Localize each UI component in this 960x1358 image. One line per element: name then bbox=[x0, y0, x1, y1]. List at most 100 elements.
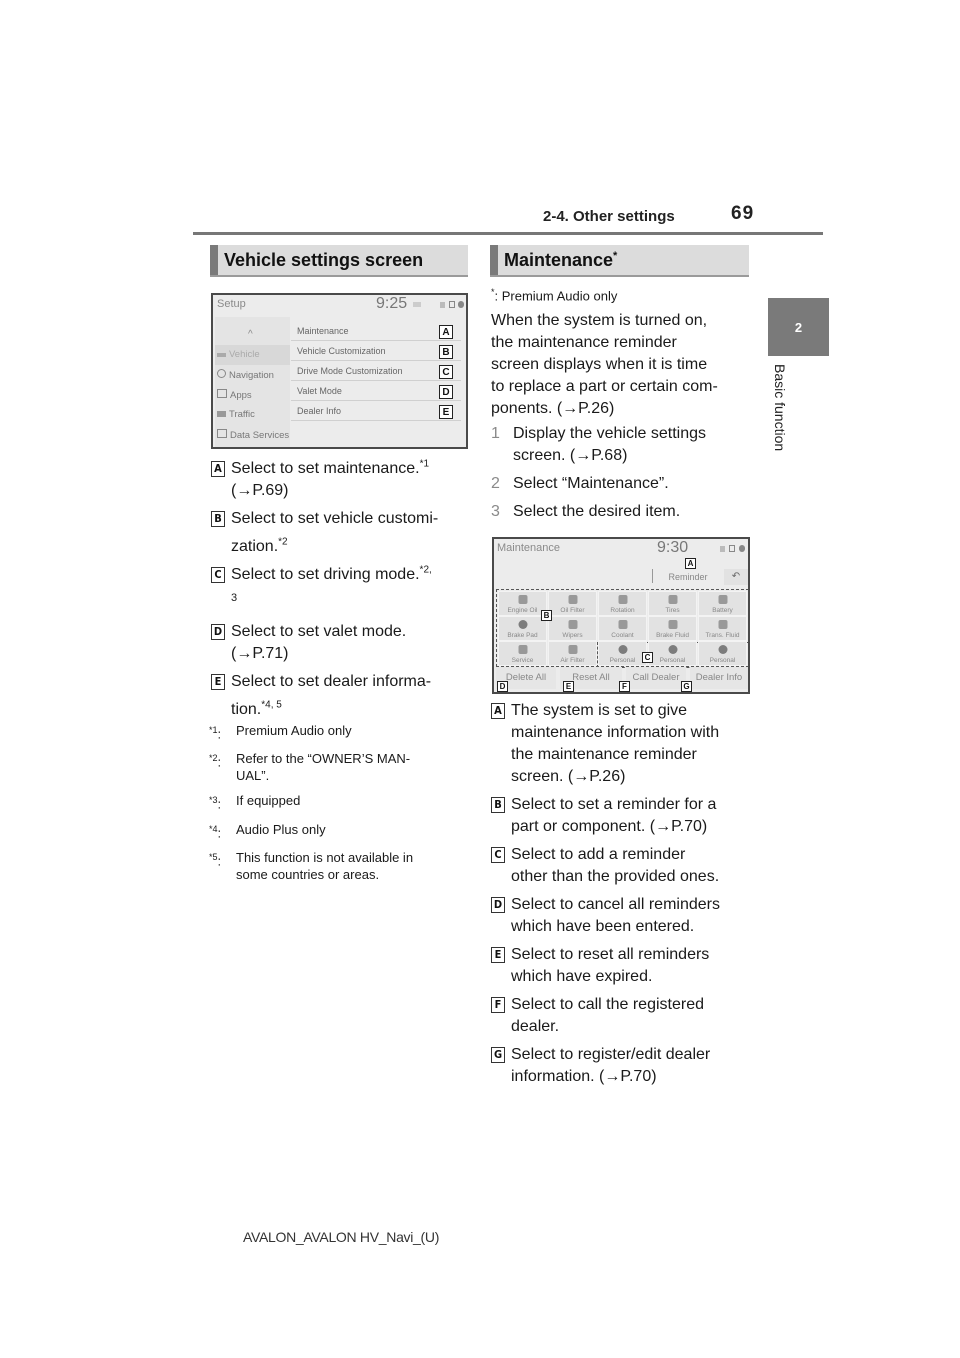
legend-badge: C bbox=[211, 567, 225, 583]
legend-badge: A bbox=[491, 703, 505, 719]
legend-badge: E bbox=[491, 947, 505, 963]
call-dealer-button[interactable]: Call Dealer bbox=[626, 667, 686, 689]
tile-oil-filter[interactable]: Oil Filter bbox=[548, 591, 597, 616]
legend-item-e: E Select to reset all reminders which have… bbox=[491, 944, 753, 988]
legend-item-g: G Select to register/edit dealer informati… bbox=[491, 1044, 753, 1088]
personal-icon bbox=[618, 645, 627, 654]
tile-battery[interactable]: Battery bbox=[698, 591, 747, 616]
tile-personal[interactable]: Personal bbox=[698, 641, 747, 666]
maintenance-legend: A The system is set to give maintenance in… bbox=[491, 700, 753, 1088]
maintenance-steps: 1 Display the vehicle settings screen. (→P… bbox=[491, 423, 753, 523]
footnote-2: *2: Refer to the “OWNER’S MAN- UAL”. bbox=[209, 751, 411, 784]
bluetooth-icon bbox=[458, 301, 464, 308]
status-icon bbox=[413, 302, 421, 307]
tile-label: Trans. Fluid bbox=[705, 632, 740, 639]
callout-a: A bbox=[685, 558, 696, 569]
callout-f: F bbox=[619, 681, 630, 692]
step-3: 3 Select the desired item. bbox=[491, 503, 681, 520]
sidebar-item-traffic[interactable]: Traffic bbox=[217, 409, 255, 420]
dealer-info-button[interactable]: Dealer Info bbox=[690, 667, 748, 689]
tile-trans-fluid[interactable]: Trans. Fluid bbox=[698, 616, 747, 641]
tile-label: Coolant bbox=[611, 632, 634, 639]
chapter-tab: 2 bbox=[768, 298, 829, 356]
tile-service[interactable]: Service bbox=[498, 641, 547, 666]
screen-title: Maintenance bbox=[497, 542, 560, 554]
callout-c: C bbox=[439, 365, 453, 379]
tile-coolant[interactable]: Coolant bbox=[598, 616, 647, 641]
legend-badge: E bbox=[211, 674, 225, 690]
footnotes: *1: Premium Audio only *2: Refer to the “O… bbox=[209, 722, 474, 883]
oil-filter-icon bbox=[568, 595, 577, 604]
rotation-icon bbox=[618, 595, 627, 604]
reminder-button[interactable]: Reminder bbox=[654, 569, 722, 585]
menu-item-drive-mode-customization[interactable]: Drive Mode Customization bbox=[291, 361, 461, 381]
personal-icon bbox=[718, 645, 727, 654]
legend-item-d: D Select to set valet mode. (→P.71) bbox=[211, 621, 473, 665]
menu-item-maintenance[interactable]: Maintenance bbox=[291, 321, 461, 341]
document-id: AVALON_AVALON HV_Navi_(U) bbox=[243, 1229, 440, 1245]
screen-clock: 9:30 bbox=[657, 539, 689, 556]
coolant-icon bbox=[618, 620, 627, 629]
callout-c: C bbox=[642, 652, 653, 663]
personal-icon bbox=[668, 645, 677, 654]
tile-label: Oil Filter bbox=[560, 607, 585, 614]
callout-b: B bbox=[541, 610, 552, 621]
legend-badge: B bbox=[491, 797, 505, 813]
callout-e: E bbox=[563, 681, 574, 692]
service-icon bbox=[518, 645, 527, 654]
sidebar-item-navigation[interactable]: Navigation bbox=[217, 369, 274, 381]
section-header-accent bbox=[490, 245, 498, 275]
tile-tires[interactable]: Tires bbox=[648, 591, 697, 616]
tile-rotation[interactable]: Rotation bbox=[598, 591, 647, 616]
menu-item-dealer-info[interactable]: Dealer Info bbox=[291, 401, 461, 421]
section-header-title: 2-4. Other settings bbox=[543, 208, 675, 225]
tile-brake-fluid[interactable]: Brake Fluid bbox=[648, 616, 697, 641]
tile-wipers[interactable]: Wipers bbox=[548, 616, 597, 641]
chevron-up-icon[interactable]: ^ bbox=[248, 329, 253, 340]
legend-item-a: A Select to set maintenance.*1 (→P.69) bbox=[211, 458, 473, 502]
navigation-icon bbox=[217, 369, 226, 378]
battery-icon bbox=[718, 595, 727, 604]
step-1: 1 Display the vehicle settings screen. (→P… bbox=[491, 425, 706, 464]
step-2: 2 Select “Maintenance”. bbox=[491, 475, 669, 492]
legend-item-b: B Select to set a reminder for a part or c… bbox=[491, 794, 753, 838]
legend-badge: A bbox=[211, 461, 225, 477]
tile-label: Tires bbox=[665, 607, 680, 614]
footnote-4: *4: Audio Plus only bbox=[209, 821, 326, 840]
footnote-1: *1: Premium Audio only bbox=[209, 723, 352, 742]
tile-air-filter[interactable]: Air Filter bbox=[548, 641, 597, 666]
back-button[interactable]: ↶ bbox=[724, 569, 748, 585]
tile-personal[interactable]: Personal bbox=[648, 641, 697, 666]
chapter-number: 2 bbox=[794, 319, 803, 335]
signal-icon bbox=[720, 546, 725, 552]
sidebar-item-apps[interactable]: Apps bbox=[217, 389, 252, 401]
sidebar-item-vehicle[interactable]: Vehicle bbox=[217, 349, 260, 360]
tile-personal[interactable]: Personal bbox=[598, 641, 647, 666]
section-header-vehicle-settings: Vehicle settings screen bbox=[210, 245, 468, 277]
data-services-icon bbox=[217, 429, 227, 438]
car-icon bbox=[217, 353, 226, 357]
sidebar-item-data-services[interactable]: Data Services bbox=[217, 429, 289, 441]
brake-pad-icon bbox=[518, 620, 527, 629]
legend-item-c: C Select to add a reminder other than the … bbox=[491, 844, 753, 888]
callout-d: D bbox=[439, 385, 453, 399]
premium-audio-note: *: Premium Audio only bbox=[491, 287, 618, 304]
callout-b: B bbox=[439, 345, 453, 359]
screen-title: Setup bbox=[217, 298, 246, 310]
header-divider bbox=[193, 232, 823, 235]
tile-label: Battery bbox=[712, 607, 733, 614]
tile-label: Personal bbox=[709, 657, 736, 664]
menu-item-vehicle-customization[interactable]: Vehicle Customization bbox=[291, 341, 461, 361]
tile-brake-pad[interactable]: Brake Pad bbox=[498, 616, 547, 641]
legend-badge: F bbox=[491, 997, 505, 1013]
section-title: Vehicle settings screen bbox=[224, 250, 424, 270]
menu-item-valet-mode[interactable]: Valet Mode bbox=[291, 381, 461, 401]
divider bbox=[652, 569, 653, 583]
callout-a: A bbox=[439, 325, 453, 339]
vehicle-settings-screenshot: Setup 9:25 ^ Vehicle Navigation Apps Tra… bbox=[211, 293, 468, 449]
page-number: 69 bbox=[731, 203, 755, 224]
traffic-icon bbox=[217, 411, 226, 417]
tile-engine-oil[interactable]: Engine Oil bbox=[498, 591, 547, 616]
callout-d: D bbox=[497, 681, 508, 692]
tile-label: Rotation bbox=[610, 607, 635, 614]
